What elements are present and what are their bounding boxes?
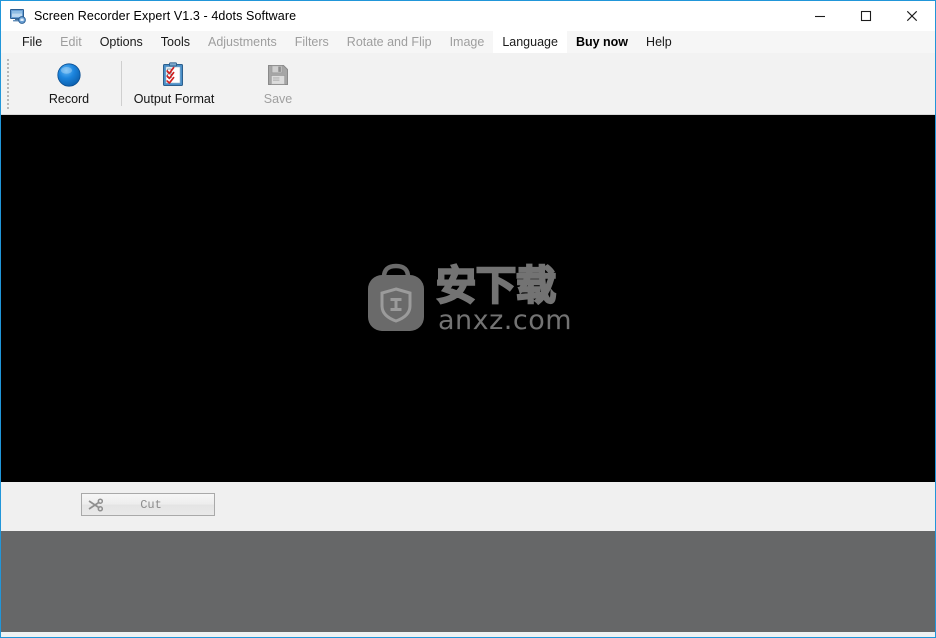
close-button[interactable] <box>889 1 935 31</box>
app-bag-shield-icon <box>360 257 432 344</box>
close-icon <box>906 10 918 22</box>
bottom-strip <box>1 632 935 637</box>
floppy-disk-icon <box>266 61 290 89</box>
watermark-wordmark: 安下载 anxz.com <box>435 257 576 344</box>
title-bar[interactable]: Screen Recorder Expert V1.3 - 4dots Soft… <box>1 1 935 31</box>
menu-item-options[interactable]: Options <box>91 31 152 53</box>
cut-button[interactable]: Cut <box>81 493 215 516</box>
scissors-icon <box>84 497 106 512</box>
bottom-timeline-panel[interactable] <box>1 531 935 632</box>
watermark-chinese-text: 安下载 <box>436 263 556 309</box>
menu-item-image: Image <box>449 35 485 49</box>
save-button: Save <box>226 53 330 114</box>
menu-item-tools[interactable]: Tools <box>152 31 199 53</box>
toolbar-grip-handle[interactable] <box>5 57 14 110</box>
menu-item-help[interactable]: Help <box>637 31 681 53</box>
menu-item-language[interactable]: Language <box>493 31 567 53</box>
checklist-icon <box>162 61 186 89</box>
status-bar: Cut Start Selection : ... End Selection … <box>1 482 935 531</box>
record-button[interactable]: Record <box>17 53 121 114</box>
output-format-button-label: Output Format <box>133 92 215 106</box>
menu-item-file[interactable]: File <box>13 31 51 53</box>
watermark-domain-text: anxz.com <box>438 305 572 336</box>
toolbar: Record Output Format Save <box>1 53 935 115</box>
menu-bar: File Edit Options Tools Adjustments Filt… <box>1 31 935 53</box>
menu-item-adjustments: Adjustments <box>207 35 277 49</box>
window-title: Screen Recorder Expert V1.3 - 4dots Soft… <box>34 9 297 23</box>
maximize-icon <box>860 10 872 22</box>
record-button-label: Record <box>48 92 90 106</box>
menu-item-filters: Filters <box>294 35 329 49</box>
application-window: Screen Recorder Expert V1.3 - 4dots Soft… <box>0 0 936 638</box>
menu-item-buy-now[interactable]: Buy now <box>567 31 637 53</box>
watermark: 安下载 anxz.com <box>360 257 576 344</box>
computer-monitor-icon <box>10 8 26 24</box>
save-button-label: Save <box>263 92 293 106</box>
output-format-button[interactable]: Output Format <box>122 53 226 114</box>
record-circle-icon <box>56 61 82 89</box>
maximize-button[interactable] <box>843 1 889 31</box>
minimize-button[interactable] <box>797 1 843 31</box>
menu-item-rotate-and-flip: Rotate and Flip <box>346 35 432 49</box>
minimize-icon <box>814 10 826 22</box>
cut-button-label: Cut <box>140 497 162 512</box>
video-preview-area[interactable]: 安下载 anxz.com <box>1 115 935 482</box>
menu-item-edit: Edit <box>60 35 82 49</box>
